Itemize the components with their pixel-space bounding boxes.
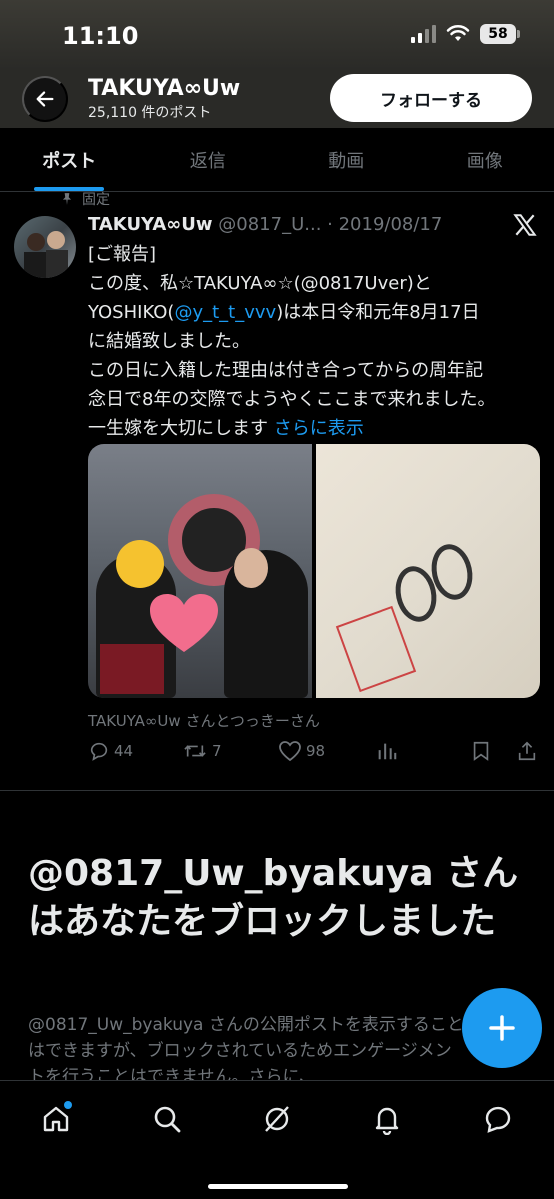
status-bar: 11:10 58 <box>0 0 554 70</box>
like-button[interactable]: 98 <box>278 740 325 762</box>
like-count: 98 <box>306 742 326 760</box>
tweet-meta: @0817_U... · 2019/08/17 <box>212 214 443 235</box>
compose-button[interactable] <box>462 988 542 1068</box>
tweet-actions: 44 7 98 <box>88 736 540 766</box>
repost-icon <box>184 745 206 757</box>
views-button[interactable] <box>376 740 398 762</box>
bookmark-icon <box>473 741 489 761</box>
tweet-line: この度、私☆TAKUYA∞☆(@0817Uver)と <box>88 273 432 294</box>
media-photo-couple[interactable] <box>88 444 312 698</box>
blocked-description: @0817_Uw_byakuya さんの公開ポストを表示することはできますが、ブ… <box>28 1015 464 1087</box>
profile-tabs: ポスト 返信 動画 画像 <box>0 128 554 192</box>
blocked-title: @0817_Uw_byakuya さんはあなたをブロックしました <box>28 853 519 942</box>
heart-sticker-icon <box>150 594 218 652</box>
pinned-label: 固定 <box>60 189 110 209</box>
share-icon <box>518 741 536 761</box>
tweet-line: YOSHIKO(@y_t_t_vvv)は本日令和元年8月17日 <box>88 302 480 323</box>
wifi-icon <box>446 25 470 41</box>
tab-images[interactable]: 画像 <box>416 128 554 191</box>
post-count: 25,110 件のポスト <box>88 105 212 121</box>
bell-icon <box>375 1107 399 1135</box>
tweet-author-name[interactable]: TAKUYA∞Uw <box>88 214 213 235</box>
nav-search[interactable] <box>143 1095 191 1143</box>
follow-button[interactable]: フォローする <box>330 74 532 122</box>
battery-icon: 58 <box>480 24 520 44</box>
tab-replies[interactable]: 返信 <box>139 128 278 191</box>
divider <box>0 790 554 791</box>
tweet-line: この日に入籍した理由は付き合ってからの周年記 <box>88 360 484 381</box>
pin-icon <box>62 193 72 205</box>
tweet-line: 念日で8年の交際でようやくここまで来れました。 <box>88 389 496 410</box>
avatar-photo <box>24 231 68 278</box>
analytics-icon <box>378 743 397 760</box>
search-icon <box>154 1106 181 1133</box>
repost-count: 7 <box>212 742 222 760</box>
nav-home[interactable] <box>32 1095 80 1143</box>
reply-count: 44 <box>114 742 134 760</box>
tab-posts[interactable]: ポスト <box>0 128 139 191</box>
home-indicator <box>208 1184 348 1189</box>
signal-icon <box>411 25 436 43</box>
reply-icon <box>90 742 108 761</box>
bookmark-button[interactable] <box>470 740 492 762</box>
plus-icon <box>489 1015 515 1041</box>
share-button[interactable] <box>516 740 538 762</box>
mention-link[interactable]: @y_t_t_vvv <box>174 302 276 323</box>
tweet-text: [ご報告] この度、私☆TAKUYA∞☆(@0817Uver)と YOSHIKO… <box>88 240 538 443</box>
tagged-users[interactable]: TAKUYA∞Uw さんとつっきーさん <box>88 710 320 731</box>
tab-videos[interactable]: 動画 <box>277 128 416 191</box>
x-logo-icon <box>512 212 538 242</box>
tweet-line: 一生嫁を大切にします さらに表示 <box>88 418 364 439</box>
tagged-text: TAKUYA∞Uw さんとつっきーさん <box>88 712 320 730</box>
nav-grok[interactable] <box>253 1095 301 1143</box>
nav-notifications[interactable] <box>363 1095 411 1143</box>
repost-button[interactable]: 7 <box>182 740 222 762</box>
notification-dot <box>64 1101 72 1109</box>
tweet-line: [ご報告] <box>88 244 157 265</box>
tweet-line: に結婚致しました。 <box>88 331 250 352</box>
tweet-media <box>88 444 540 698</box>
profile-header: TAKUYA∞Uw 25,110 件のポスト フォローする <box>0 70 554 128</box>
arrow-left-icon <box>36 91 54 107</box>
back-button[interactable] <box>22 76 68 122</box>
grok-icon <box>265 1106 289 1132</box>
tweet-header: TAKUYA∞Uw @0817_U... · 2019/08/17 <box>88 214 468 235</box>
bottom-nav <box>0 1080 554 1199</box>
status-icons: 58 <box>411 24 520 44</box>
messages-icon <box>485 1106 511 1133</box>
profile-name: TAKUYA∞Uw <box>88 76 241 101</box>
nav-messages[interactable] <box>474 1095 522 1143</box>
reply-button[interactable]: 44 <box>88 740 133 762</box>
pinned-text: 固定 <box>82 192 110 208</box>
show-more-link[interactable]: さらに表示 <box>274 418 364 439</box>
media-photo-rings[interactable] <box>316 444 540 698</box>
heart-icon <box>279 741 301 762</box>
avatar[interactable] <box>14 216 76 278</box>
status-time: 11:10 <box>62 22 139 50</box>
smile-emoji-icon <box>116 540 164 588</box>
